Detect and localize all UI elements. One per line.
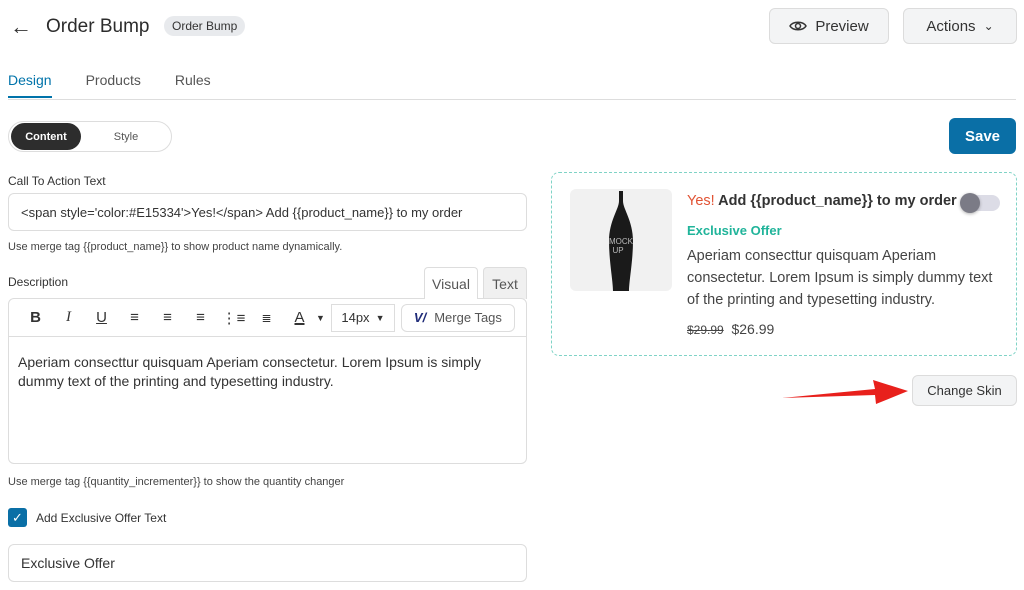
preview-label: Preview <box>815 17 869 35</box>
actions-label: Actions <box>926 17 976 35</box>
preview-button[interactable]: Preview <box>769 8 889 44</box>
cta-input[interactable]: <span style='color:#E15334'>Yes!</span> … <box>8 193 527 231</box>
back-arrow-icon[interactable]: ← <box>10 14 32 40</box>
eye-icon <box>789 21 808 31</box>
exclusive-checkbox-label: Add Exclusive Offer Text <box>36 511 167 525</box>
preview-description: Aperiam consecttur quisquam Aperiam cons… <box>687 248 993 308</box>
description-help: Use merge tag {{quantity_incrementer}} t… <box>8 476 345 488</box>
tab-visual[interactable]: Visual <box>424 267 478 299</box>
font-size-value: 14px <box>341 310 370 325</box>
align-left-icon[interactable]: ≡ <box>118 309 151 326</box>
preview-cta-text: Add {{product_name}} to my order <box>714 193 957 209</box>
caret-down-icon[interactable]: ▼ <box>316 313 325 323</box>
bullet-list-icon[interactable]: ⋮≡ <box>217 309 250 327</box>
tabs: Design Products Rules <box>8 72 211 98</box>
caret-down-icon: ▼ <box>375 312 385 323</box>
add-to-order-toggle[interactable] <box>960 193 1000 213</box>
save-button[interactable]: Save <box>949 118 1016 154</box>
toggle-knob <box>960 193 980 213</box>
sale-price: $26.99 <box>731 321 775 337</box>
tab-products[interactable]: Products <box>86 72 141 98</box>
segment-content[interactable]: Content <box>11 123 81 150</box>
content-style-toggle: Content Style <box>8 121 172 152</box>
exclusive-checkbox[interactable]: ✓ <box>8 508 27 527</box>
preview-exclusive: Exclusive Offer <box>687 223 782 238</box>
image-mock-text: MOCK <box>609 237 634 246</box>
merge-tags-logo-icon: V/ <box>413 310 427 325</box>
description-text[interactable]: Aperiam consecttur quisquam Aperiam cons… <box>9 337 526 407</box>
numbered-list-icon[interactable]: ≣ <box>250 311 283 325</box>
tab-text[interactable]: Text <box>483 267 527 299</box>
align-center-icon[interactable]: ≡ <box>151 309 184 326</box>
chevron-down-icon: ⌄ <box>983 19 994 33</box>
exclusive-offer-input[interactable]: Exclusive Offer <box>8 544 527 582</box>
segment-style[interactable]: Style <box>81 131 171 143</box>
bold-icon[interactable]: B <box>19 309 52 326</box>
tab-rules[interactable]: Rules <box>175 72 211 98</box>
red-arrow-annotation <box>782 380 908 404</box>
description-editor: B I U ≡ ≡ ≡ ⋮≡ ≣ A ▼ 14px ▼ V/Merge Tags … <box>8 298 527 464</box>
underline-icon[interactable]: U <box>85 309 118 326</box>
merge-tags-button[interactable]: V/Merge Tags <box>400 303 515 332</box>
description-label: Description <box>8 275 69 289</box>
cta-label: Call To Action Text <box>8 174 106 188</box>
merge-tags-label: Merge Tags <box>434 310 502 325</box>
tabs-divider <box>8 99 1016 100</box>
product-image: MOCK UP <box>570 189 672 291</box>
preview-cta: Yes! Add {{product_name}} to my order <box>687 193 957 209</box>
text-color-icon[interactable]: A <box>283 309 316 326</box>
page-title: Order Bump <box>46 16 150 37</box>
change-skin-button[interactable]: Change Skin <box>912 375 1017 406</box>
old-price: $29.99 <box>687 323 724 337</box>
cta-help: Use merge tag {{product_name}} to show p… <box>8 241 343 253</box>
actions-button[interactable]: Actions ⌄ <box>903 8 1017 44</box>
italic-icon[interactable]: I <box>52 309 85 326</box>
editor-toolbar: B I U ≡ ≡ ≡ ⋮≡ ≣ A ▼ 14px ▼ V/Merge Tags <box>9 299 526 337</box>
order-bump-preview: MOCK UP Yes! Add {{product_name}} to my o… <box>551 172 1017 356</box>
preview-price: $29.99 $26.99 <box>687 321 774 337</box>
font-size-select[interactable]: 14px ▼ <box>330 303 395 332</box>
align-right-icon[interactable]: ≡ <box>184 309 217 326</box>
tab-design[interactable]: Design <box>8 72 52 98</box>
preview-yes: Yes! <box>687 193 715 209</box>
type-badge: Order Bump <box>164 16 246 36</box>
svg-text:UP: UP <box>612 246 623 255</box>
